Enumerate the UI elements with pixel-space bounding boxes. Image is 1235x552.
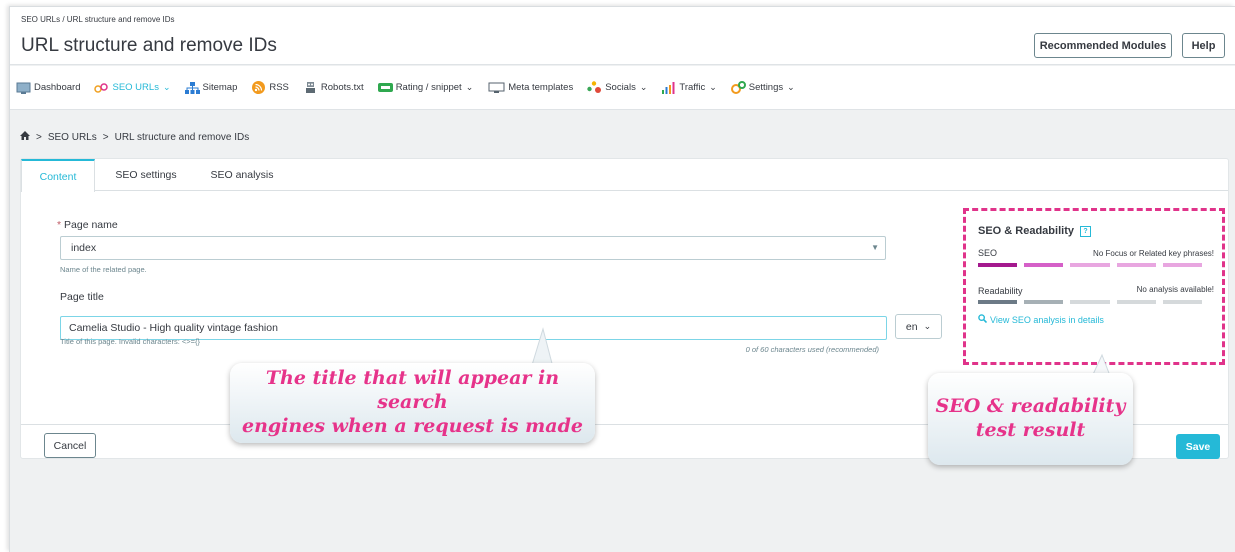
tab-seo-analysis[interactable]: SEO analysis (197, 159, 287, 191)
page-name-label: * Page name (57, 219, 118, 231)
nav-rss[interactable]: RSS (251, 81, 289, 94)
breadcrumb: > SEO URLs > URL structure and remove ID… (20, 131, 249, 143)
nav-sitemap[interactable]: Sitemap (184, 81, 237, 94)
robot-icon (303, 81, 318, 94)
seo-score-message: No Focus or Related key phrases! (1093, 249, 1214, 258)
required-marker: * (57, 219, 62, 231)
nav-meta-templates[interactable]: Meta templates (487, 81, 573, 94)
chevron-down-icon: ⌄ (709, 82, 717, 92)
readability-bars (978, 300, 1203, 304)
socials-icon (587, 81, 602, 94)
seo-bar (1024, 263, 1064, 267)
nav-traffic[interactable]: Traffic ⌄ (661, 81, 717, 94)
nav-dashboard[interactable]: Dashboard (16, 81, 80, 94)
page-title-label: Page title (60, 291, 104, 303)
nav-settings[interactable]: Settings ⌄ (730, 81, 795, 94)
traffic-icon (661, 81, 676, 94)
nav-robots[interactable]: Robots.txt (303, 81, 364, 94)
breadcrumb-separator: > (102, 131, 109, 143)
tab-content[interactable]: Content (21, 159, 95, 192)
seo-bar (1070, 263, 1110, 267)
rss-icon (251, 81, 266, 94)
seo-bar (1116, 263, 1156, 267)
home-icon[interactable] (20, 131, 30, 143)
page-title-value: Camelia Studio - High quality vintage fa… (69, 322, 278, 334)
breadcrumb-seo-urls[interactable]: SEO URLs (48, 132, 97, 143)
character-counter: 0 of 60 characters used (recommended) (745, 345, 879, 354)
page-name-select[interactable]: index ▼ (60, 236, 886, 260)
page-name-value: index (71, 242, 97, 254)
header-breadcrumb: SEO URLs / URL structure and remove IDs (21, 15, 175, 24)
view-seo-analysis-link[interactable]: View SEO analysis in details (978, 314, 1104, 325)
seo-bar (1162, 263, 1203, 267)
settings-icon (730, 81, 746, 94)
app-window: SEO URLs / URL structure and remove IDs … (9, 6, 1235, 552)
readability-bar (1024, 300, 1064, 304)
tab-seo-settings[interactable]: SEO settings (95, 159, 197, 191)
readability-message: No analysis available! (1136, 285, 1214, 294)
nav-socials[interactable]: Socials ⌄ (587, 81, 647, 94)
cancel-button[interactable]: Cancel (44, 433, 96, 458)
recommended-modules-button[interactable]: Recommended Modules (1034, 33, 1172, 58)
save-button[interactable]: Save (1176, 434, 1220, 459)
page-title-hint: Title of this page. Invalid characters: … (60, 337, 201, 346)
page-name-hint: Name of the related page. (60, 265, 147, 274)
breadcrumb-separator: > (36, 131, 42, 143)
chevron-down-icon: ⌄ (787, 82, 795, 92)
nav-seo-urls[interactable]: SEO URLs ⌄ (94, 81, 171, 94)
readability-bar (1116, 300, 1156, 304)
readability-bar (978, 300, 1018, 304)
seo-bar (978, 263, 1018, 267)
chevron-down-icon: ⌄ (162, 82, 171, 92)
search-icon (978, 314, 988, 325)
language-select[interactable]: en ⌄ (895, 314, 942, 339)
chevron-down-icon: ⌄ (923, 321, 932, 331)
page-title: URL structure and remove IDs (21, 35, 277, 56)
sitemap-icon (184, 81, 200, 94)
breadcrumb-current: URL structure and remove IDs (114, 131, 250, 143)
readability-bar (1162, 300, 1203, 304)
monitor-icon (487, 81, 505, 94)
rating-icon (377, 81, 393, 94)
chevron-down-icon: ⌄ (639, 82, 648, 92)
nav-rating-snippet[interactable]: Rating / snippet ⌄ (377, 81, 474, 94)
title-callout: The title that will appear in search eng… (230, 363, 595, 443)
readability-label: Readability (978, 286, 1023, 296)
chevron-down-icon: ⌄ (465, 82, 474, 92)
module-nav: Dashboard SEO URLs ⌄ Sitemap RSS Robots.… (10, 66, 1235, 110)
help-button[interactable]: Help (1182, 33, 1225, 58)
seo-readability-panel: SEO & Readability ? SEO No Focus or Rela… (963, 208, 1225, 365)
help-icon[interactable]: ? (1079, 225, 1091, 237)
caret-down-icon: ▼ (871, 243, 879, 252)
seo-urls-icon (94, 81, 109, 94)
seo-panel-title: SEO & Readability ? (978, 225, 1091, 237)
page-header: SEO URLs / URL structure and remove IDs … (10, 7, 1235, 65)
tab-bar: Content SEO settings SEO analysis (21, 159, 1228, 192)
seo-score-label: SEO (978, 248, 998, 258)
dashboard-icon (16, 81, 31, 94)
seo-callout: SEO & readability test result (928, 373, 1133, 465)
seo-score-bars (978, 263, 1203, 267)
readability-bar (1070, 300, 1110, 304)
